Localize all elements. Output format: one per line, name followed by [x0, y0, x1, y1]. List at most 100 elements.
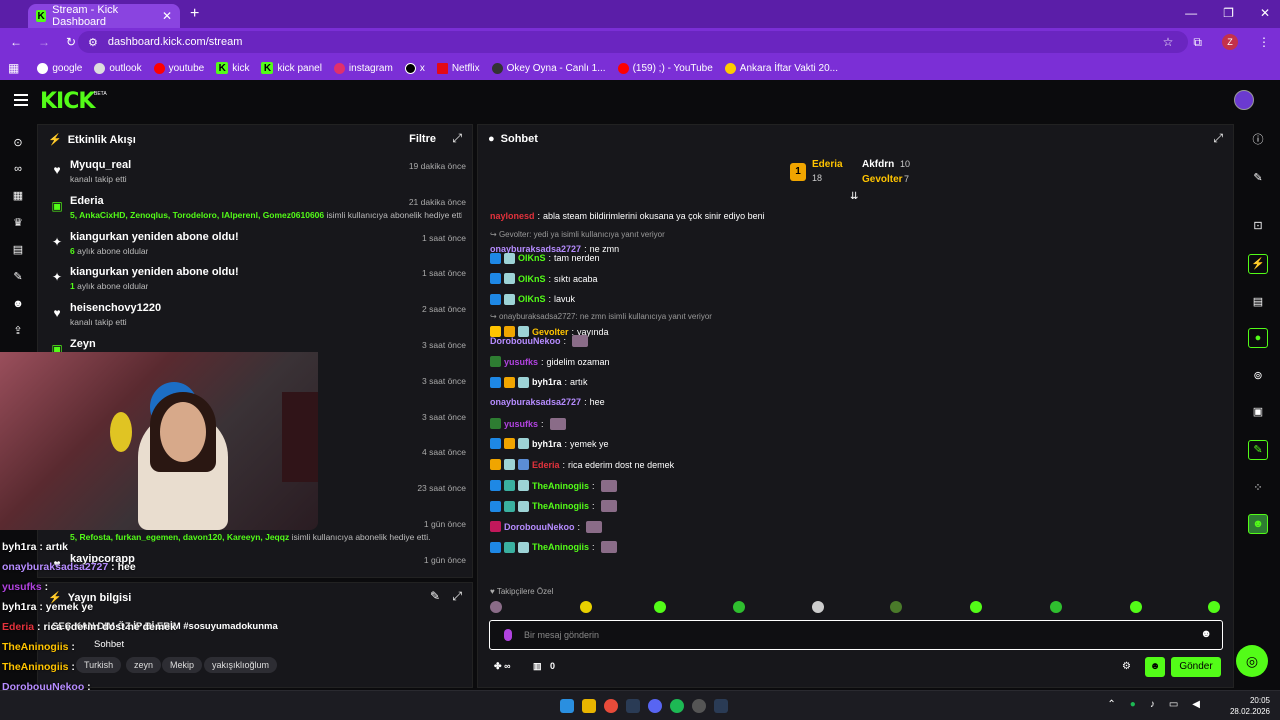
reply-context[interactable]: ↪ onayburaksadsa2727: ne zmn isimli kull…: [490, 312, 712, 321]
filter-button[interactable]: Filtre: [409, 133, 436, 145]
link-icon[interactable]: ∞: [11, 162, 25, 176]
chat-username[interactable]: DorobouuNekoo: [490, 336, 561, 346]
reload-icon[interactable]: ↻: [66, 35, 76, 49]
chat-message[interactable]: naylonesd: abla steam bildirimlerini okus…: [490, 211, 765, 221]
gift-icon[interactable]: ✤: [494, 661, 502, 671]
close-tab-icon[interactable]: ✕: [162, 9, 172, 23]
chat-username[interactable]: OlKnS: [518, 274, 546, 284]
emoji-icon[interactable]: ☻: [1200, 628, 1212, 640]
wrench-icon[interactable]: ✎: [11, 270, 25, 284]
emote-icon[interactable]: [1130, 601, 1142, 613]
chat-username[interactable]: TheAninogiis: [532, 481, 589, 491]
chat-message[interactable]: DorobouuNekoo:: [490, 520, 603, 533]
chat-message[interactable]: DorobouuNekoo:: [490, 335, 589, 348]
chat-message[interactable]: yusufks:: [490, 417, 566, 430]
chat-message[interactable]: TheAninogiis:: [490, 541, 617, 554]
bookmark-netflix[interactable]: Netflix: [436, 62, 480, 74]
chat-message[interactable]: byh1ra: yemek ye: [490, 438, 609, 450]
broadcast-icon[interactable]: ⊚: [1248, 366, 1268, 386]
activity-item[interactable]: ♥ heisenchovy1220 kanalı takip etti 2 saat …: [46, 300, 466, 334]
chat-message[interactable]: OlKnS: tam nerden: [490, 252, 600, 264]
chat-message[interactable]: OlKnS: sıktı acaba: [490, 273, 598, 285]
url-field[interactable]: ⚙ dashboard.kick.com/stream: [78, 31, 1188, 53]
settings-gear-icon[interactable]: ⚙: [1122, 661, 1131, 672]
steam-icon[interactable]: [626, 699, 640, 713]
app-icon[interactable]: [692, 699, 706, 713]
chat-message[interactable]: OlKnS: lavuk: [490, 293, 575, 305]
user-avatar[interactable]: [1234, 90, 1254, 110]
extensions-icon[interactable]: ⧉: [1193, 35, 1202, 50]
chat-input[interactable]: Bir mesaj gönderin ☻: [489, 620, 1223, 650]
tray-app-icon[interactable]: ●: [1130, 699, 1136, 710]
chat-message[interactable]: yusufks: gidelim ozaman: [490, 356, 610, 367]
chat-username[interactable]: naylonesd: [490, 211, 535, 221]
apps-grid-icon[interactable]: ▦: [8, 61, 19, 75]
chat-message[interactable]: TheAninogiis:: [490, 479, 617, 492]
close-window-icon[interactable]: ✕: [1260, 6, 1270, 20]
file-explorer-icon[interactable]: [582, 699, 596, 713]
emote-icon[interactable]: [490, 601, 502, 613]
bookmark-youtube[interactable]: youtube: [153, 62, 204, 74]
chat-username[interactable]: TheAninogiis: [532, 501, 589, 511]
dots-icon[interactable]: ⁘: [1248, 478, 1268, 498]
tools-icon[interactable]: ✎: [1248, 440, 1268, 460]
new-tab-icon[interactable]: +: [190, 5, 199, 23]
bookmark-youtube-2[interactable]: (159) ;) - YouTube: [617, 62, 713, 74]
browser-tab[interactable]: K Stream - Kick Dashboard ✕: [28, 4, 180, 28]
bookmark-google[interactable]: google: [37, 62, 82, 74]
expand-icon[interactable]: ⤢: [452, 589, 462, 604]
expand-icon[interactable]: ⤢: [452, 131, 462, 146]
scroll-down-icon[interactable]: ⇊: [850, 191, 858, 202]
camera-icon[interactable]: ⊡: [1248, 216, 1268, 236]
notes-icon[interactable]: ▤: [1248, 292, 1268, 312]
mic-icon[interactable]: [504, 629, 512, 641]
chrome-icon[interactable]: [604, 699, 618, 713]
bookmark-kick-panel[interactable]: Kkick panel: [261, 62, 322, 74]
restore-icon[interactable]: ❐: [1223, 6, 1234, 20]
chevron-up-icon[interactable]: ⌃: [1107, 699, 1115, 710]
chat-username[interactable]: OlKnS: [518, 253, 546, 263]
kick-emote-icon[interactable]: ☻: [1145, 657, 1165, 677]
video-icon[interactable]: ▤: [11, 243, 25, 257]
minimize-icon[interactable]: —: [1185, 6, 1197, 20]
kick-logo[interactable]: KICK: [40, 89, 95, 114]
trash-icon[interactable]: ▥: [533, 661, 542, 671]
profile-avatar[interactable]: Z: [1222, 34, 1238, 50]
users-icon[interactable]: ☻: [11, 297, 25, 311]
send-button[interactable]: Gönder: [1171, 657, 1221, 677]
activity-item[interactable]: ✦ kiangurkan yeniden abone oldu! 6 aylık a…: [46, 229, 466, 263]
chat-username[interactable]: onayburaksadsa2727: [490, 397, 581, 407]
chat-message[interactable]: onayburaksadsa2727: hee: [490, 397, 605, 407]
bookmark-okey[interactable]: Okey Oyna - Canlı 1...: [491, 62, 606, 74]
emote-icon[interactable]: [812, 601, 824, 613]
info-icon[interactable]: ⓘ: [1248, 130, 1268, 150]
emote-icon[interactable]: [654, 601, 666, 613]
mod-icon[interactable]: ▣: [1248, 402, 1268, 422]
bookmark-iftar[interactable]: Ankara İftar Vakti 20...: [724, 62, 838, 74]
menu-icon[interactable]: [14, 94, 28, 106]
bookmark-star-icon[interactable]: ☆: [1163, 35, 1174, 49]
chat-username[interactable]: TheAninogiis: [532, 542, 589, 552]
activity-item[interactable]: ♥ Myuqu_real kanalı takip etti 19 dakika ön…: [46, 157, 466, 191]
chat-username[interactable]: OlKnS: [518, 294, 546, 304]
back-icon[interactable]: ←: [10, 35, 22, 49]
grid-icon[interactable]: ▦: [11, 189, 25, 203]
clock[interactable]: 20:05 28.02.2026: [1230, 695, 1270, 717]
trophy-icon[interactable]: ♛: [11, 216, 25, 230]
windows-start-icon[interactable]: [560, 699, 574, 713]
network-icon[interactable]: ▭: [1169, 699, 1178, 710]
chat-toggle-icon[interactable]: ●: [1248, 328, 1268, 348]
emote-icon[interactable]: [1208, 601, 1220, 613]
emote-icon[interactable]: [970, 601, 982, 613]
discord-icon[interactable]: [648, 699, 662, 713]
emote-panel-icon[interactable]: ☻: [1248, 514, 1268, 534]
chat-username[interactable]: byh1ra: [532, 439, 562, 449]
chat-username[interactable]: byh1ra: [532, 377, 562, 387]
chat-username[interactable]: Ederia: [532, 460, 560, 470]
bookmark-outlook[interactable]: outlook: [94, 62, 142, 74]
activity-item[interactable]: ✦ kiangurkan yeniden abone oldu! 1 aylık a…: [46, 264, 466, 298]
mic-tray-icon[interactable]: ♪: [1150, 699, 1155, 710]
bookmark-x[interactable]: x: [404, 62, 425, 74]
help-fab[interactable]: ◎: [1236, 645, 1268, 677]
expand-icon[interactable]: ⤢: [1213, 131, 1223, 146]
